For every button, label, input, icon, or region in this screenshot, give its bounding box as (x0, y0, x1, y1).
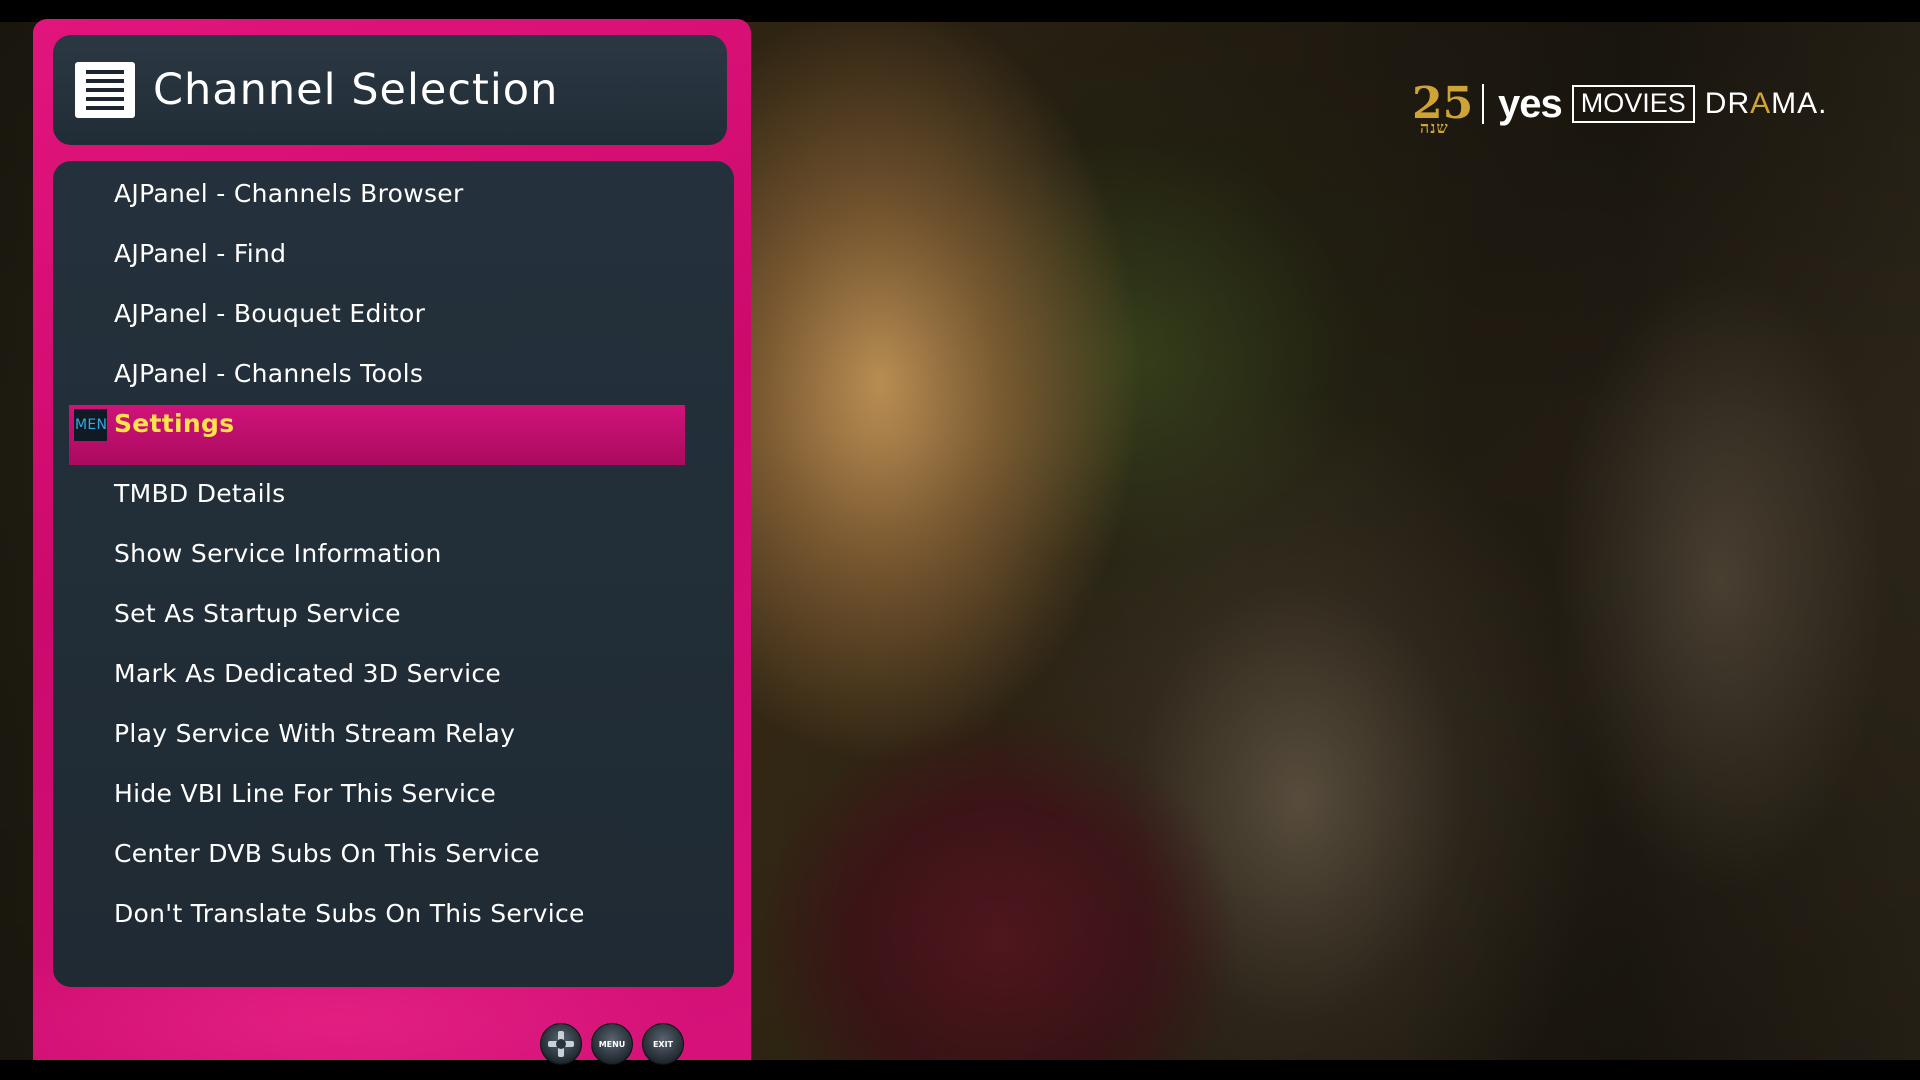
menu-item-label: Center DVB Subs On This Service (114, 839, 540, 868)
menu-item-settings[interactable]: MENU Settings (69, 405, 685, 465)
page-title: Channel Selection (153, 65, 559, 115)
menu-list-icon (75, 62, 135, 118)
menu-item-label: Settings (114, 409, 235, 438)
menu-item-mark-as-dedicated-3d-service[interactable]: Mark As Dedicated 3D Service (69, 645, 685, 705)
logo-genre-left: DR (1704, 87, 1751, 120)
menu-item-set-as-startup-service[interactable]: Set As Startup Service (69, 585, 685, 645)
menu-item-label: Play Service With Stream Relay (114, 719, 516, 748)
menu-item-label: AJPanel - Bouquet Editor (114, 299, 426, 328)
menu-item-dont-translate-subs[interactable]: Don't Translate Subs On This Service (69, 885, 685, 945)
title-bar: Channel Selection (53, 35, 727, 145)
menu-item-center-dvb-subs[interactable]: Center DVB Subs On This Service (69, 825, 685, 885)
menu-item-play-service-with-stream-relay[interactable]: Play Service With Stream Relay (69, 705, 685, 765)
menu-item-label: Hide VBI Line For This Service (114, 779, 496, 808)
menu-item-label: AJPanel - Channels Browser (114, 179, 464, 208)
channel-logo: 25 שנה yes MOVIES DRAMA. (1412, 74, 1832, 136)
menu-item-ajpanel-channels-tools[interactable]: AJPanel - Channels Tools (69, 345, 685, 405)
menu-key-badge: MENU (74, 409, 107, 441)
menu-button[interactable]: MENU (591, 1023, 633, 1065)
menu-item-label: AJPanel - Find (114, 239, 287, 268)
menu-item-label: Set As Startup Service (114, 599, 401, 628)
menu-item-show-service-information[interactable]: Show Service Information (69, 525, 685, 585)
menu-item-label: Don't Translate Subs On This Service (114, 899, 585, 928)
menu-item-label: TMBD Details (114, 479, 286, 508)
logo-genre-right: MA. (1771, 87, 1828, 120)
anniversary-sub: שנה (1420, 118, 1449, 137)
menu-item-label: AJPanel - Channels Tools (114, 359, 424, 388)
logo-brand: yes (1498, 81, 1563, 126)
menu-item-ajpanel-channels-browser[interactable]: AJPanel - Channels Browser (69, 165, 685, 225)
logo-separator (1482, 84, 1484, 124)
logo-genre: DRAMA. (1705, 87, 1828, 121)
logo-movies: MOVIES (1571, 85, 1695, 123)
menu-item-tmbd-details[interactable]: TMBD Details (69, 465, 685, 525)
dpad-button[interactable] (540, 1023, 582, 1065)
exit-button[interactable]: EXIT (642, 1023, 684, 1065)
menu-item-ajpanel-bouquet-editor[interactable]: AJPanel - Bouquet Editor (69, 285, 685, 345)
anniversary-logo: 25 שנה (1412, 82, 1473, 136)
exit-button-label: EXIT (652, 1039, 674, 1049)
menu-item-label: Mark As Dedicated 3D Service (114, 659, 502, 688)
menu-item-ajpanel-find[interactable]: AJPanel - Find (69, 225, 685, 285)
menu-item-label: Show Service Information (114, 539, 442, 568)
menu-item-hide-vbi-line[interactable]: Hide VBI Line For This Service (69, 765, 685, 825)
dpad-icon (548, 1031, 574, 1057)
logo-genre-mid: A (1750, 87, 1772, 120)
channel-selection-panel: Channel Selection AJPanel - Channels Bro… (33, 19, 751, 1065)
menu-button-label: MENU (598, 1039, 626, 1049)
menu-list: AJPanel - Channels Browser AJPanel - Fin… (53, 161, 734, 987)
